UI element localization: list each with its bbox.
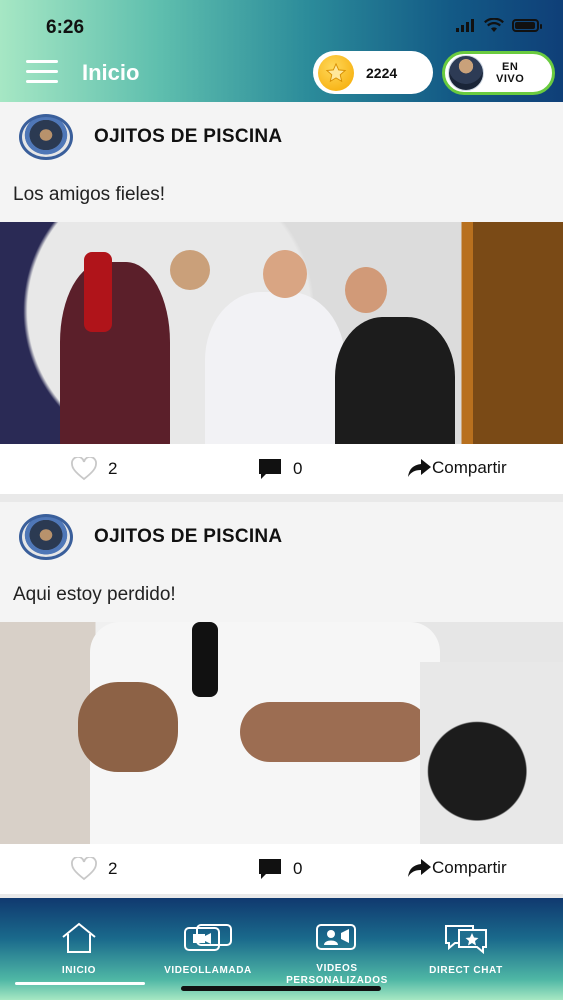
post-author-name[interactable]: OJITOS DE PISCINA <box>94 526 282 548</box>
nav-label: VIDEOLLAMADA <box>164 965 252 976</box>
video-call-icon <box>184 924 232 951</box>
share-button[interactable]: Compartir <box>406 857 507 879</box>
status-time: 6:26 <box>46 17 85 38</box>
share-arrow-icon <box>408 859 431 877</box>
post-header: OJITOS DE PISCINA <box>0 502 563 572</box>
post-card: OJITOS DE PISCINA Los amigos fieles! 2 0 <box>0 102 563 494</box>
nav-item-direct-chat[interactable]: DIRECT CHAT <box>406 922 526 977</box>
comment-icon <box>259 859 281 879</box>
comment-button[interactable]: 0 <box>257 857 302 881</box>
comment-button[interactable]: 0 <box>257 457 302 481</box>
wifi-icon <box>484 18 504 32</box>
personalized-video-icon <box>316 924 356 950</box>
coins-balance-button[interactable]: 2224 <box>313 51 433 94</box>
hamburger-menu-button[interactable] <box>26 60 58 86</box>
nav-item-videollamada[interactable]: VIDEOLLAMADA <box>148 922 268 977</box>
home-icon <box>62 922 96 953</box>
share-arrow-icon <box>408 459 431 477</box>
like-button[interactable]: 2 <box>70 857 117 881</box>
nav-item-videos-personalizados[interactable]: VIDEOS PERSONALIZADOS <box>277 922 397 987</box>
post-caption: Los amigos fieles! <box>0 172 563 222</box>
share-label: Compartir <box>432 458 507 477</box>
like-count: 2 <box>108 859 118 878</box>
app-header: 6:26 Inicio 2224 EN VIVO <box>0 0 563 102</box>
post-actions: 2 0 Compartir <box>0 444 563 494</box>
post-photo[interactable] <box>0 622 563 844</box>
post-actions: 2 0 Compartir <box>0 844 563 894</box>
post-feed[interactable]: OJITOS DE PISCINA Los amigos fieles! 2 0 <box>0 102 563 898</box>
comment-count: 0 <box>293 859 303 878</box>
signal-icon <box>456 19 474 32</box>
comment-count: 0 <box>293 459 303 478</box>
page-title: Inicio <box>82 60 140 85</box>
post-header: OJITOS DE PISCINA <box>0 102 563 172</box>
status-icons <box>456 18 542 33</box>
comment-icon <box>259 459 281 479</box>
battery-icon <box>512 19 542 32</box>
author-avatar[interactable] <box>19 514 73 560</box>
nav-label: INICIO <box>61 965 97 976</box>
live-avatar <box>448 55 484 91</box>
heart-icon <box>71 857 97 881</box>
share-button[interactable]: Compartir <box>406 457 507 479</box>
post-author-name[interactable]: OJITOS DE PISCINA <box>94 126 282 148</box>
direct-chat-icon <box>445 925 487 955</box>
bottom-navigation: INICIO VIDEOLLAMADA VIDEOS PERSONALIZADO… <box>0 898 563 1000</box>
share-label: Compartir <box>432 858 507 877</box>
post-card: OJITOS DE PISCINA Aqui estoy perdido! 2 … <box>0 502 563 894</box>
author-avatar[interactable] <box>19 114 73 160</box>
like-count: 2 <box>108 459 118 478</box>
nav-item-inicio[interactable]: INICIO <box>19 922 139 977</box>
nav-label: VIDEOS PERSONALIZADOS <box>286 963 388 986</box>
heart-icon <box>71 457 97 481</box>
post-caption: Aqui estoy perdido! <box>0 572 563 622</box>
post-photo[interactable] <box>0 222 563 444</box>
live-button[interactable]: EN VIVO <box>442 51 555 95</box>
live-label: EN VIVO <box>496 61 525 85</box>
status-bar: 6:26 <box>0 0 563 50</box>
nav-label: DIRECT CHAT <box>429 965 503 976</box>
like-button[interactable]: 2 <box>70 457 117 481</box>
home-indicator <box>181 986 381 991</box>
star-coin-icon <box>318 54 354 91</box>
active-tab-indicator <box>15 982 145 985</box>
coin-count: 2224 <box>366 64 398 81</box>
